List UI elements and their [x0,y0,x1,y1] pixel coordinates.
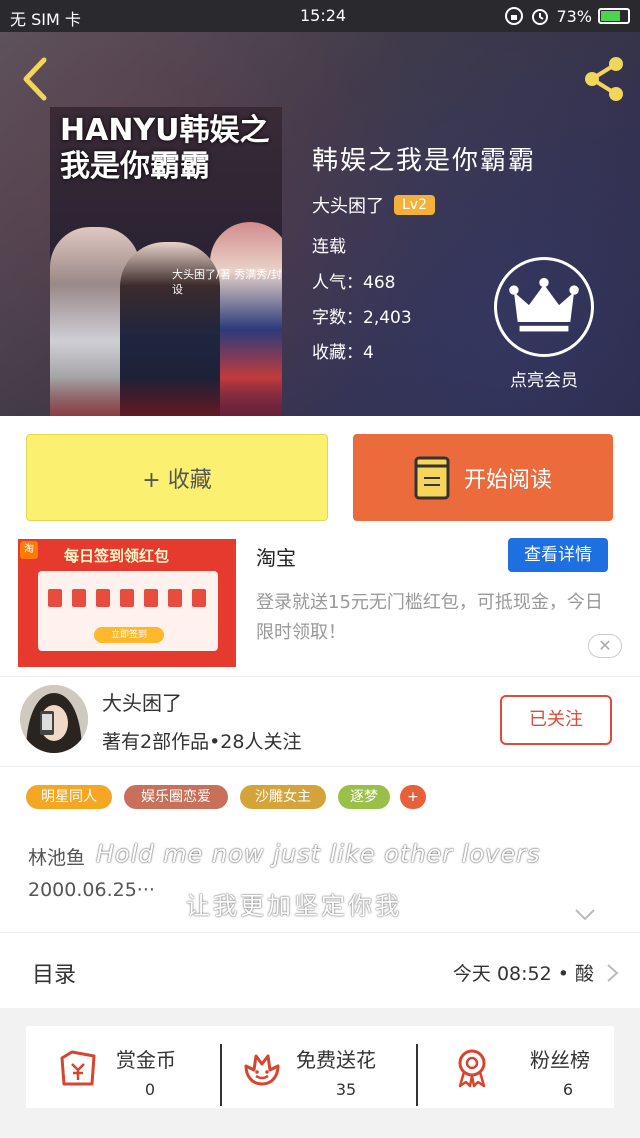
author-name[interactable]: 大头困了 [102,687,182,716]
book-status: 连载 [312,237,346,257]
ad-headline: 每日签到领红包 [64,547,170,565]
clock: 15:24 [300,6,347,25]
book-word-count: 字数：2,403 [312,308,412,328]
tag-chip[interactable]: 明星同人 [26,785,112,809]
toc-label: 目录 [32,963,77,988]
action-bar: + 收藏 开始阅读 [0,416,640,526]
status-icons: 73% [504,6,630,26]
lyric-overlay: Hold me now just like other lovers [96,840,541,868]
back-arrow-icon[interactable] [16,54,56,104]
ad-sign-button: 立即签到 [94,627,164,643]
battery-icon [598,8,630,24]
tag-chip[interactable]: 逐梦 [338,785,390,809]
latest-chapter: 今天 08:52 • 酸 [452,963,594,985]
stat-label: 赏金币 [116,1048,176,1072]
red-packet-icon [48,589,62,607]
close-ad-button[interactable]: ✕ [588,634,622,658]
book-author[interactable]: 大头困了 [312,192,384,218]
alarm-icon [532,9,549,25]
tag-list: 明星同人 娱乐圈恋爱 沙雕女主 逐梦 + [0,766,640,818]
description-line: 2000.06.25··· [28,879,155,901]
award-ribbon-icon [458,1049,486,1088]
red-packet-icon [192,589,206,607]
share-icon[interactable] [580,54,628,104]
money-envelope-icon [60,1050,96,1086]
tag-chip[interactable]: 沙雕女主 [240,785,326,809]
status-bar: 无 SIM 卡 15:24 73% [0,0,640,32]
red-packet-icon [96,589,110,607]
vip-label[interactable]: 点亮会员 [488,366,600,391]
book-title: 韩娱之我是你霸霸 [312,146,537,176]
stat-value: 0 [144,1080,156,1099]
author-stats: 著有2部作品•28人关注 [102,731,302,753]
chevron-right-icon [607,964,619,982]
book-header: HANYU韩娱之我是你霸霸 大头困了/著 秀满秀/封设 韩娱之我是你霸霸 大头困… [0,32,640,416]
stat-label: 粉丝榜 [530,1048,590,1072]
level-badge: Lv2 [394,195,435,215]
collect-button[interactable]: + 收藏 [26,434,328,521]
lock-rotation-icon [505,7,524,25]
taobao-logo: 淘 [20,541,38,559]
red-packet-icon [72,589,86,607]
book-icon [414,456,450,499]
cover-title: HANYU韩娱之我是你霸霸 [60,113,270,184]
avatar[interactable] [20,685,88,753]
red-packet-icon [144,589,158,607]
ad-description: 登录就送15元无门槛红包，可抵现金，今日限时领取！ [256,592,603,643]
tag-chip[interactable]: 娱乐圈恋爱 [124,785,228,809]
author-section[interactable]: 大头困了 著有2部作品•28人关注 已关注 [0,676,640,766]
start-reading-label: 开始阅读 [463,467,552,493]
lyric-overlay: 让我更加坚定你我 [186,892,402,920]
book-favorites: 收藏：4 [312,343,374,363]
red-packet-icon [168,589,182,607]
ad-banner[interactable]: 淘 每日签到领红包 立即签到 淘宝 查看详情 登录就送15元无门槛红包，可抵现金… [0,526,640,676]
stat-label: 免费送花 [296,1048,376,1072]
cover-credits: 大头困了/著 秀满秀/封设 [172,268,282,296]
red-packet-icon [120,589,134,607]
flower-icon [244,1054,280,1086]
table-of-contents-row[interactable]: 目录 今天 08:52 • 酸 [0,932,640,1008]
stat-value: 6 [562,1080,574,1099]
book-popularity: 人气：468 [312,273,396,293]
stat-value: 35 [335,1080,357,1099]
vip-crown-icon[interactable] [494,257,594,357]
send-flower[interactable]: 免费送花 35 [222,1026,418,1108]
fan-ranking[interactable]: 粉丝榜 6 [418,1026,614,1108]
battery-percent: 73% [556,6,592,26]
ad-card: 立即签到 [38,571,218,651]
book-cover[interactable]: HANYU韩娱之我是你霸霸 大头困了/著 秀满秀/封设 [50,107,282,416]
chevron-down-icon[interactable] [574,908,596,922]
ad-image[interactable]: 淘 每日签到领红包 立即签到 [18,539,236,667]
view-details-button[interactable]: 查看详情 [508,538,608,572]
add-tag-button[interactable]: + [400,785,426,809]
cover-shade [50,377,282,416]
ad-title: 淘宝 [256,546,296,570]
reader-actions: 赏金币 0 免费送花 35 粉丝榜 6 [26,1026,614,1108]
follow-button[interactable]: 已关注 [500,695,612,745]
book-description[interactable]: 林池鱼 2000.06.25··· Hold me now just like … [0,818,640,932]
carrier-text: 无 SIM 卡 [10,10,81,29]
book-author-line: 大头困了 Lv2 [312,192,435,218]
start-reading-button[interactable]: 开始阅读 [353,434,613,521]
reward-coins[interactable]: 赏金币 0 [26,1026,222,1108]
avatar-image [20,685,88,753]
